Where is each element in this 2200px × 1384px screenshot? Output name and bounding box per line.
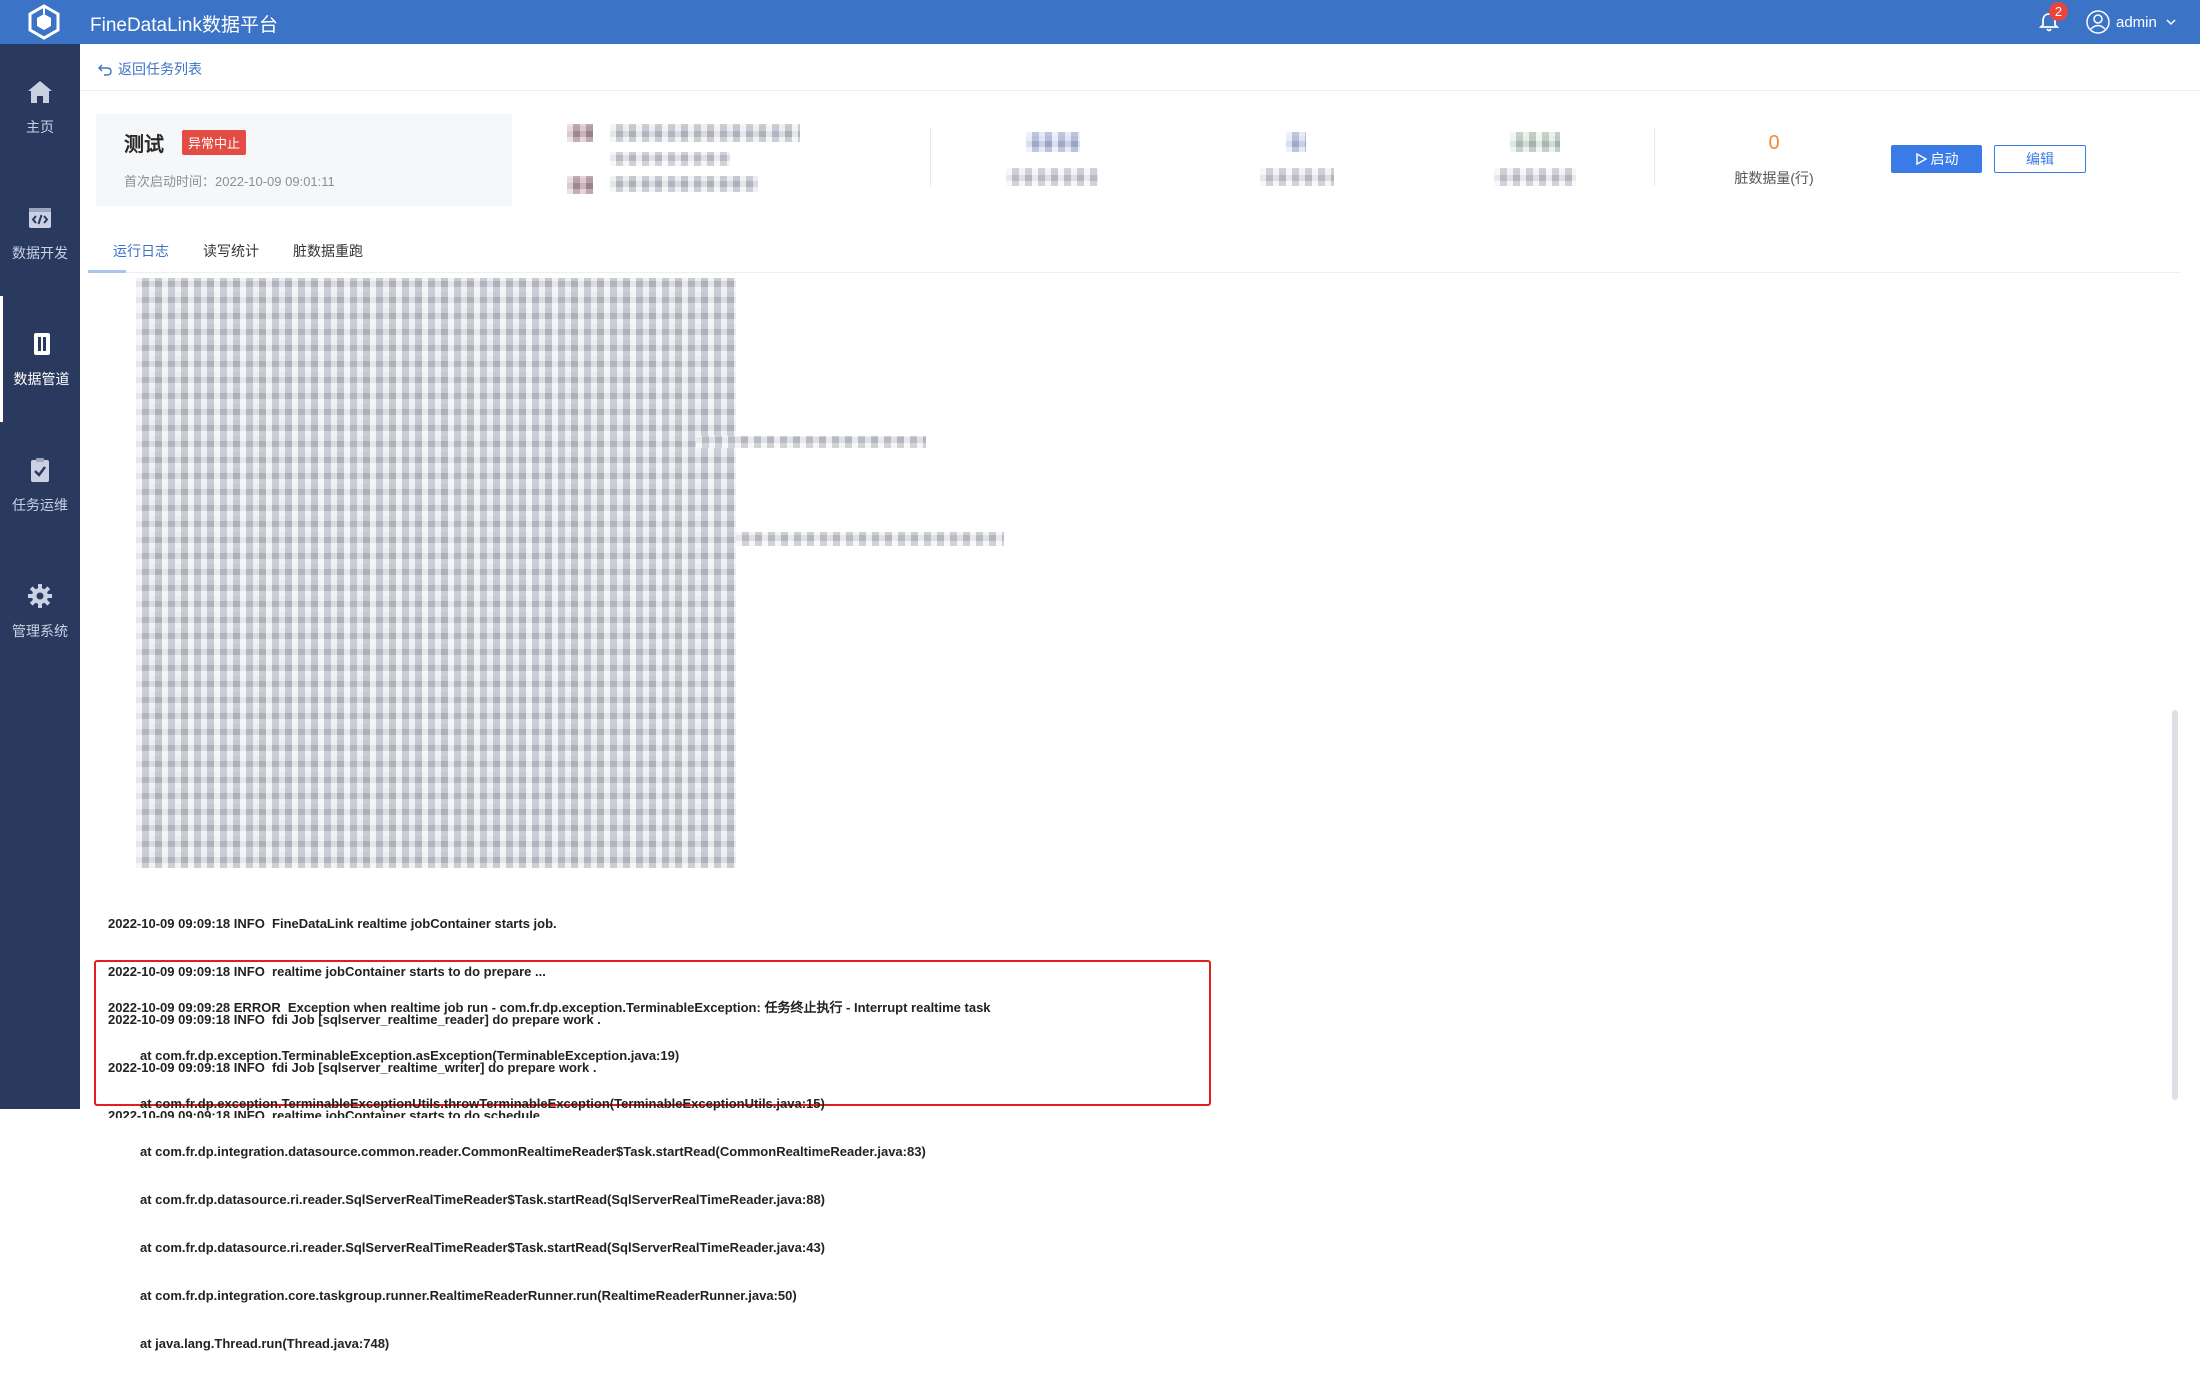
stack-trace-line: at com.fr.dp.integration.datasource.comm… bbox=[140, 1144, 926, 1159]
stats-divider bbox=[930, 128, 931, 186]
header-divider bbox=[80, 90, 2200, 91]
tab-bar: 运行日志 读写统计 脏数据重跑 bbox=[96, 238, 380, 272]
log-line: 2022-10-09 09:09:18 INFO FineDataLink re… bbox=[108, 916, 557, 931]
status-badge: 异常中止 bbox=[182, 130, 247, 155]
back-link-label: 返回任务列表 bbox=[118, 61, 202, 77]
active-tab-indicator bbox=[88, 270, 126, 273]
blurred-log-content bbox=[136, 278, 736, 868]
start-time-label: 首次启动时间： bbox=[124, 174, 216, 189]
home-icon bbox=[28, 81, 52, 103]
blurred-source-detail bbox=[610, 152, 730, 166]
user-avatar-icon bbox=[2086, 10, 2110, 34]
pipeline-icon bbox=[33, 333, 50, 355]
sidebar-item-task-ops[interactable]: 任务运维 bbox=[0, 422, 80, 548]
sidebar-item-home[interactable]: 主页 bbox=[0, 44, 80, 170]
play-icon bbox=[1915, 153, 1927, 165]
sidebar-item-data-pipeline[interactable]: 数据管道 bbox=[0, 296, 80, 422]
notification-badge: 2 bbox=[2049, 2, 2068, 21]
blurred-stat-label bbox=[1006, 168, 1098, 186]
error-header: 2022-10-09 09:09:28 ERROR Exception when… bbox=[108, 1000, 991, 1015]
sidebar-item-label: 任务运维 bbox=[12, 497, 68, 513]
blurred-stat-label bbox=[1260, 168, 1334, 186]
blurred-source-info bbox=[610, 124, 800, 142]
user-menu[interactable]: admin bbox=[2086, 10, 2177, 34]
start-button[interactable]: 启动 bbox=[1891, 145, 1982, 173]
back-to-task-list-link[interactable]: 返回任务列表 bbox=[98, 59, 202, 79]
blurred-stat-value bbox=[1026, 132, 1080, 152]
start-time: 首次启动时间：2022-10-09 09:01:11 bbox=[124, 171, 335, 190]
username: admin bbox=[2116, 13, 2157, 31]
stack-trace-line: at com.fr.dp.datasource.ri.reader.SqlSer… bbox=[140, 1240, 826, 1255]
tab-divider bbox=[90, 272, 2180, 273]
sidebar: 主页 数据开发 数据管道 任务运维 管理系统 bbox=[0, 44, 80, 1109]
tab-read-write-stats[interactable]: 读写统计 bbox=[203, 238, 259, 272]
clipboard-check-icon bbox=[31, 458, 49, 482]
sidebar-item-label: 数据开发 bbox=[12, 245, 68, 261]
task-summary-card: 测试 异常中止 首次启动时间：2022-10-09 09:01:11 bbox=[96, 114, 512, 206]
app-title: FineDataLink数据平台 bbox=[90, 15, 278, 36]
stack-trace-line: at com.fr.dp.datasource.ri.reader.SqlSer… bbox=[140, 1192, 826, 1207]
edit-button[interactable]: 编辑 bbox=[1994, 145, 2086, 173]
tab-run-log[interactable]: 运行日志 bbox=[113, 238, 169, 272]
gear-icon bbox=[28, 584, 52, 608]
dirty-data-label: 脏数据量(行) bbox=[1734, 170, 1814, 186]
code-window-icon bbox=[29, 208, 51, 228]
back-arrow-icon bbox=[98, 64, 112, 76]
tab-dirty-data-rerun[interactable]: 脏数据重跑 bbox=[293, 238, 363, 272]
blurred-source-icon bbox=[567, 124, 593, 142]
stats-divider bbox=[1654, 128, 1655, 186]
sidebar-item-label: 主页 bbox=[26, 119, 54, 135]
blurred-target-info bbox=[610, 176, 758, 192]
sidebar-item-label: 管理系统 bbox=[12, 623, 68, 639]
blurred-stat-value bbox=[1286, 132, 1306, 152]
top-bar: FineDataLink数据平台 2 admin bbox=[0, 0, 2200, 44]
start-time-value: 2022-10-09 09:01:11 bbox=[215, 174, 335, 189]
blurred-stat-label bbox=[1494, 168, 1576, 186]
blurred-stat-value bbox=[1510, 132, 1560, 152]
sidebar-item-label: 数据管道 bbox=[13, 371, 70, 387]
stack-trace-line: at com.fr.dp.integration.core.taskgroup.… bbox=[140, 1288, 797, 1303]
stack-trace-line: at com.fr.dp.exception.TerminableExcepti… bbox=[140, 1048, 680, 1063]
dirty-data-count: 0 bbox=[1768, 132, 1780, 154]
log-scrollbar[interactable] bbox=[2172, 710, 2178, 1100]
sidebar-item-admin[interactable]: 管理系统 bbox=[0, 548, 80, 674]
stack-trace-line: at com.fr.dp.exception.TerminableExcepti… bbox=[140, 1096, 825, 1111]
error-highlight-box: 2022-10-09 09:09:28 ERROR Exception when… bbox=[94, 960, 1211, 1351]
sidebar-item-data-dev[interactable]: 数据开发 bbox=[0, 170, 80, 296]
blurred-log-content bbox=[736, 532, 1004, 546]
blurred-target-icon bbox=[567, 176, 593, 194]
chevron-down-icon bbox=[2166, 19, 2176, 26]
stack-trace-line: at java.lang.Thread.run(Thread.java:748) bbox=[140, 1336, 390, 1351]
blurred-log-content bbox=[696, 436, 926, 448]
start-button-label: 启动 bbox=[1930, 151, 1959, 167]
error-trace: 2022-10-09 09:09:28 ERROR Exception when… bbox=[108, 968, 991, 1384]
task-name: 测试 bbox=[124, 134, 164, 156]
logo-icon[interactable] bbox=[26, 4, 62, 40]
